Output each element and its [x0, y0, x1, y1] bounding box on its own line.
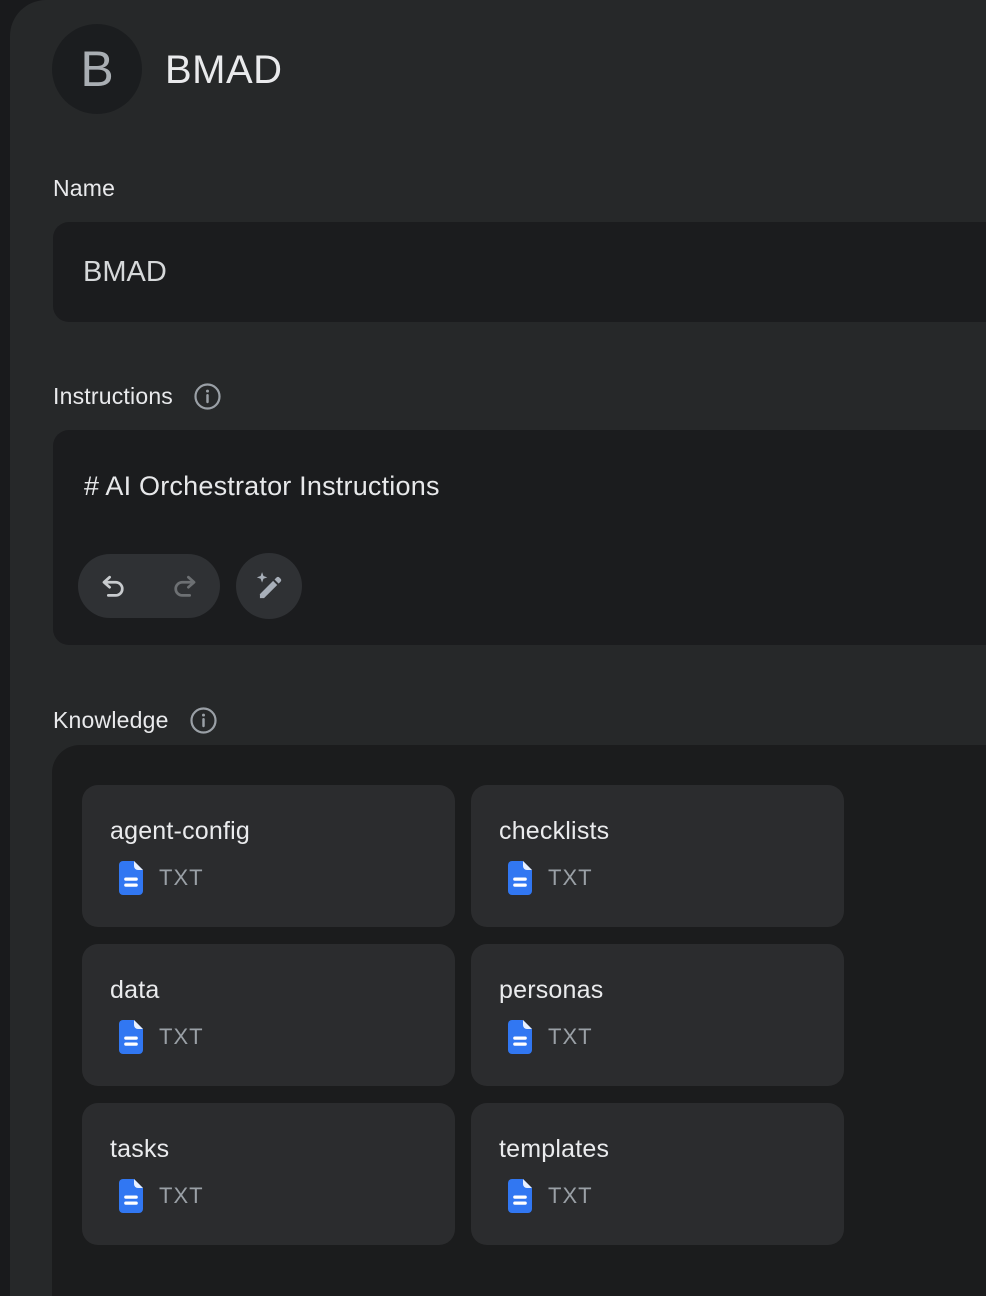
knowledge-file-card[interactable]: tasks TXT	[82, 1103, 455, 1245]
name-section-header: Name	[53, 175, 115, 202]
editor-controls	[78, 553, 302, 619]
document-icon	[506, 1020, 534, 1054]
file-type: TXT	[548, 865, 593, 891]
file-name: tasks	[110, 1135, 169, 1164]
gem-title: BMAD	[165, 48, 283, 93]
knowledge-section-header: Knowledge	[53, 705, 219, 736]
file-type: TXT	[159, 1183, 204, 1209]
info-icon	[192, 381, 223, 412]
name-label: Name	[53, 175, 115, 202]
file-name: checklists	[499, 817, 609, 846]
file-meta: TXT	[117, 861, 204, 895]
pen-spark-icon	[252, 569, 286, 603]
file-meta: TXT	[506, 861, 593, 895]
undo-button[interactable]	[78, 554, 149, 618]
file-name: data	[110, 976, 159, 1005]
file-meta: TXT	[506, 1179, 593, 1213]
document-icon	[117, 1179, 145, 1213]
undo-icon	[98, 571, 129, 602]
knowledge-file-card[interactable]: templates TXT	[471, 1103, 844, 1245]
rewrite-with-ai-button[interactable]	[236, 553, 302, 619]
file-type: TXT	[159, 865, 204, 891]
file-meta: TXT	[117, 1020, 204, 1054]
file-meta: TXT	[506, 1020, 593, 1054]
gem-avatar-letter: B	[80, 44, 113, 94]
knowledge-file-card[interactable]: agent-config TXT	[82, 785, 455, 927]
undo-redo-group	[78, 554, 220, 618]
knowledge-container: agent-config TXT checklists TXT data	[52, 745, 986, 1296]
redo-button[interactable]	[149, 554, 220, 618]
file-name: personas	[499, 976, 603, 1005]
instructions-info-button[interactable]	[192, 381, 223, 412]
knowledge-label: Knowledge	[53, 707, 169, 734]
gem-editor-screen: B BMAD Name Instructions # AI Orchestrat…	[0, 0, 986, 1296]
file-name: templates	[499, 1135, 609, 1164]
document-icon	[117, 861, 145, 895]
knowledge-info-button[interactable]	[188, 705, 219, 736]
editor-panel: B BMAD Name Instructions # AI Orchestrat…	[10, 0, 986, 1296]
document-icon	[506, 861, 534, 895]
file-type: TXT	[548, 1024, 593, 1050]
info-icon	[188, 705, 219, 736]
file-type: TXT	[548, 1183, 593, 1209]
instructions-label: Instructions	[53, 383, 173, 410]
file-name: agent-config	[110, 817, 250, 846]
file-meta: TXT	[117, 1179, 204, 1213]
name-input[interactable]	[53, 222, 986, 322]
document-icon	[506, 1179, 534, 1213]
knowledge-file-card[interactable]: checklists TXT	[471, 785, 844, 927]
instructions-section-header: Instructions	[53, 381, 223, 412]
gem-avatar: B	[52, 24, 142, 114]
knowledge-file-card[interactable]: data TXT	[82, 944, 455, 1086]
redo-icon	[169, 571, 200, 602]
file-type: TXT	[159, 1024, 204, 1050]
document-icon	[117, 1020, 145, 1054]
instructions-text: # AI Orchestrator Instructions	[84, 471, 440, 502]
knowledge-file-card[interactable]: personas TXT	[471, 944, 844, 1086]
instructions-editor[interactable]: # AI Orchestrator Instructions	[53, 430, 986, 645]
knowledge-file-grid: agent-config TXT checklists TXT data	[82, 785, 844, 1245]
